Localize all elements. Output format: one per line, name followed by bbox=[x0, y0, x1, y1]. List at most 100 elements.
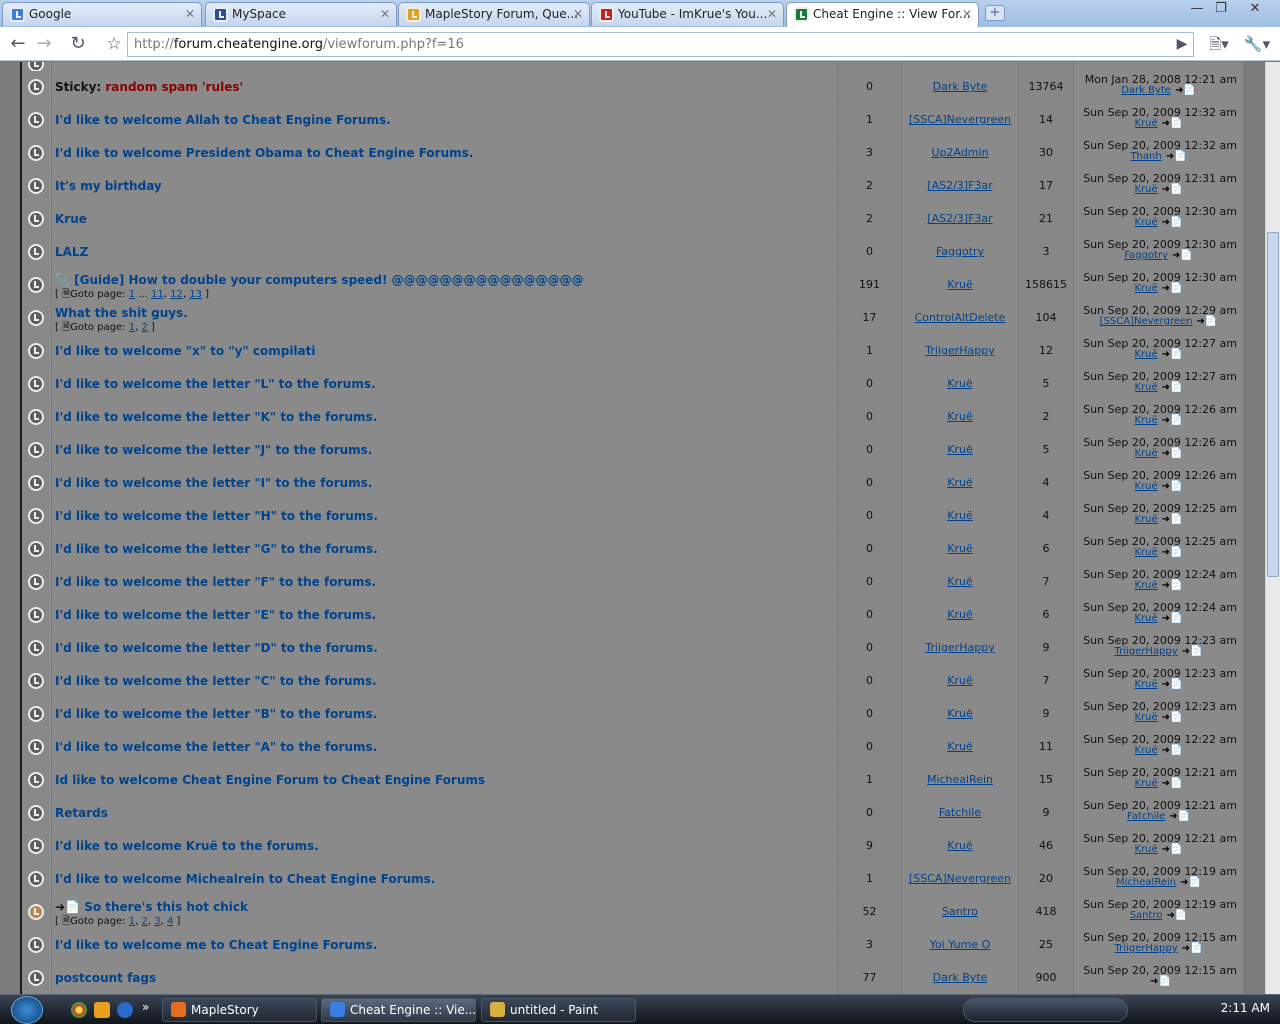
tab-google[interactable]: Google ✕ bbox=[2, 2, 202, 26]
author-link[interactable]: Kruë bbox=[902, 674, 1018, 687]
view-latest-post-icon[interactable]: ➜📄 bbox=[1162, 118, 1183, 129]
topic-title[interactable]: I'd like to welcome the letter "B" to th… bbox=[55, 707, 377, 721]
page-menu-icon[interactable]: 🗎▾ bbox=[1204, 32, 1234, 56]
last-poster-link[interactable]: Kruë bbox=[1134, 118, 1157, 129]
author-link[interactable]: Yoi Yume O bbox=[902, 938, 1018, 951]
last-poster-link[interactable]: Kruë bbox=[1134, 184, 1157, 195]
taskbar-button[interactable]: Cheat Engine :: Vie... bbox=[321, 998, 476, 1022]
author-link[interactable]: Fatchile bbox=[902, 806, 1018, 819]
reload-button[interactable]: ↻ bbox=[66, 32, 90, 56]
taskbar-button[interactable]: untitled - Paint bbox=[481, 998, 636, 1022]
tab-cheatengine[interactable]: Cheat Engine :: View For... ✕ bbox=[786, 2, 979, 27]
vertical-scrollbar[interactable] bbox=[1265, 62, 1280, 994]
topic-title[interactable]: I'd like to welcome the letter "L" to th… bbox=[55, 377, 376, 391]
topic-title[interactable]: I'd like to welcome the letter "C" to th… bbox=[55, 674, 377, 688]
close-tab-icon[interactable]: ✕ bbox=[573, 3, 583, 25]
topic-title[interactable]: I'd like to welcome Kruë to the forums. bbox=[55, 839, 319, 853]
last-poster-link[interactable]: Kruë bbox=[1134, 349, 1157, 360]
newest-post-icon[interactable]: ➜📄 bbox=[55, 900, 84, 914]
last-poster-link[interactable]: Kruë bbox=[1134, 547, 1157, 558]
author-link[interactable]: [AS2/3]F3ar bbox=[902, 179, 1018, 192]
goto-page-link[interactable]: 12 bbox=[170, 289, 183, 300]
tab-myspace[interactable]: MySpace ✕ bbox=[205, 2, 397, 26]
topic-title[interactable]: Id like to welcome Cheat Engine Forum to… bbox=[55, 773, 485, 787]
close-tab-icon[interactable]: ✕ bbox=[185, 3, 195, 25]
topic-title[interactable]: Krue bbox=[55, 212, 87, 226]
view-latest-post-icon[interactable]: ➜📄 bbox=[1166, 151, 1187, 162]
view-latest-post-icon[interactable]: ➜📄 bbox=[1172, 250, 1193, 261]
last-poster-link[interactable]: Kruë bbox=[1134, 844, 1157, 855]
last-poster-link[interactable]: Dark Byte bbox=[1121, 85, 1171, 96]
maximize-button[interactable]: ❐ bbox=[1208, 0, 1234, 18]
goto-page-link[interactable]: 11 bbox=[151, 289, 164, 300]
last-poster-link[interactable]: MichealRein bbox=[1116, 877, 1176, 888]
go-button[interactable]: ▶ bbox=[1170, 32, 1194, 56]
topic-title[interactable]: I'd like to welcome President Obama to C… bbox=[55, 146, 473, 160]
topic-title[interactable]: I'd like to welcome the letter "H" to th… bbox=[55, 509, 378, 523]
start-button[interactable] bbox=[11, 996, 43, 1024]
topic-title[interactable]: I'd like to welcome the letter "D" to th… bbox=[55, 641, 378, 655]
author-link[interactable]: Kruë bbox=[902, 608, 1018, 621]
topic-title[interactable]: I'd like to welcome "x" to "y" compilati bbox=[55, 344, 316, 358]
last-poster-link[interactable]: Kruë bbox=[1134, 514, 1157, 525]
clock[interactable]: 2:11 AM bbox=[1221, 1001, 1270, 1015]
author-link[interactable]: Kruë bbox=[902, 575, 1018, 588]
last-poster-link[interactable]: Santro bbox=[1130, 910, 1163, 921]
back-button[interactable]: ← bbox=[6, 32, 30, 56]
forward-button[interactable]: → bbox=[32, 32, 56, 56]
author-link[interactable]: Kruë bbox=[902, 509, 1018, 522]
close-tab-icon[interactable]: ✕ bbox=[962, 3, 972, 25]
new-tab-button[interactable]: + bbox=[985, 5, 1005, 21]
topic-title[interactable]: I'd like to welcome the letter "I" to th… bbox=[55, 476, 372, 490]
view-latest-post-icon[interactable]: ➜📄 bbox=[1162, 547, 1183, 558]
author-link[interactable]: Kruë bbox=[902, 377, 1018, 390]
author-link[interactable]: Kruë bbox=[902, 476, 1018, 489]
view-latest-post-icon[interactable]: ➜📄 bbox=[1182, 943, 1203, 954]
topic-title[interactable]: What the shit guys. bbox=[55, 306, 188, 320]
goto-page-link[interactable]: 1 bbox=[129, 322, 135, 333]
author-link[interactable]: Santro bbox=[902, 905, 1018, 918]
topic-title[interactable]: I'd like to welcome the letter "F" to th… bbox=[55, 575, 376, 589]
author-link[interactable]: Kruë bbox=[902, 443, 1018, 456]
media-quicklaunch-icon[interactable] bbox=[117, 1002, 133, 1018]
last-poster-link[interactable]: TriigerHappy bbox=[1114, 646, 1177, 657]
last-poster-link[interactable]: Kruë bbox=[1134, 712, 1157, 723]
author-link[interactable]: Dark Byte bbox=[902, 80, 1018, 93]
view-latest-post-icon[interactable]: ➜📄 bbox=[1162, 745, 1183, 756]
tab-maplestory[interactable]: MapleStory Forum, Que... ✕ bbox=[398, 2, 590, 26]
view-latest-post-icon[interactable]: ➜📄 bbox=[1180, 877, 1201, 888]
view-latest-post-icon[interactable]: ➜📄 bbox=[1162, 613, 1183, 624]
topic-title[interactable]: ➜📄 So there's this hot chick bbox=[55, 900, 248, 914]
last-poster-link[interactable]: Kruë bbox=[1134, 283, 1157, 294]
view-latest-post-icon[interactable]: ➜📄 bbox=[1162, 283, 1183, 294]
last-poster-link[interactable]: Kruë bbox=[1134, 580, 1157, 591]
goto-page-link[interactable]: 3 bbox=[154, 916, 160, 927]
goto-page-link[interactable]: 1 bbox=[129, 289, 135, 300]
goto-page-link[interactable]: 2 bbox=[142, 916, 148, 927]
view-latest-post-icon[interactable]: ➜📄 bbox=[1162, 184, 1183, 195]
topic-title[interactable]: I'd like to welcome me to Cheat Engine F… bbox=[55, 938, 377, 952]
last-poster-link[interactable]: [SSCA]Nevergreen bbox=[1100, 316, 1193, 327]
author-link[interactable]: [AS2/3]F3ar bbox=[902, 212, 1018, 225]
bookmark-star-icon[interactable]: ☆ bbox=[102, 32, 126, 56]
taskbar-button[interactable]: MapleStory bbox=[162, 998, 317, 1022]
view-latest-post-icon[interactable]: ➜📄 bbox=[1162, 679, 1183, 690]
last-poster-link[interactable]: Kruë bbox=[1134, 778, 1157, 789]
view-latest-post-icon[interactable]: ➜📄 bbox=[1197, 316, 1218, 327]
topic-title[interactable]: I'd like to welcome the letter "J" to th… bbox=[55, 443, 372, 457]
author-link[interactable]: ControlAltDelete bbox=[902, 311, 1018, 324]
topic-title[interactable]: Retards bbox=[55, 806, 108, 820]
media-player-toolbar[interactable] bbox=[963, 998, 1128, 1022]
view-latest-post-icon[interactable]: ➜📄 bbox=[1162, 844, 1183, 855]
last-poster-link[interactable]: Kruë bbox=[1134, 745, 1157, 756]
view-latest-post-icon[interactable]: ➜📄 bbox=[1162, 481, 1183, 492]
author-link[interactable]: Faggotry bbox=[902, 245, 1018, 258]
author-link[interactable]: [SSCA]Nevergreen bbox=[902, 872, 1018, 885]
view-latest-post-icon[interactable]: ➜📄 bbox=[1162, 580, 1183, 591]
view-latest-post-icon[interactable]: ➜📄 bbox=[1166, 910, 1187, 921]
aim-quicklaunch-icon[interactable] bbox=[94, 1002, 110, 1018]
view-latest-post-icon[interactable]: ➜📄 bbox=[1162, 778, 1183, 789]
topic-title[interactable]: It's my birthday bbox=[55, 179, 162, 193]
last-poster-link[interactable]: Kruë bbox=[1134, 481, 1157, 492]
view-latest-post-icon[interactable]: ➜📄 bbox=[1162, 514, 1183, 525]
